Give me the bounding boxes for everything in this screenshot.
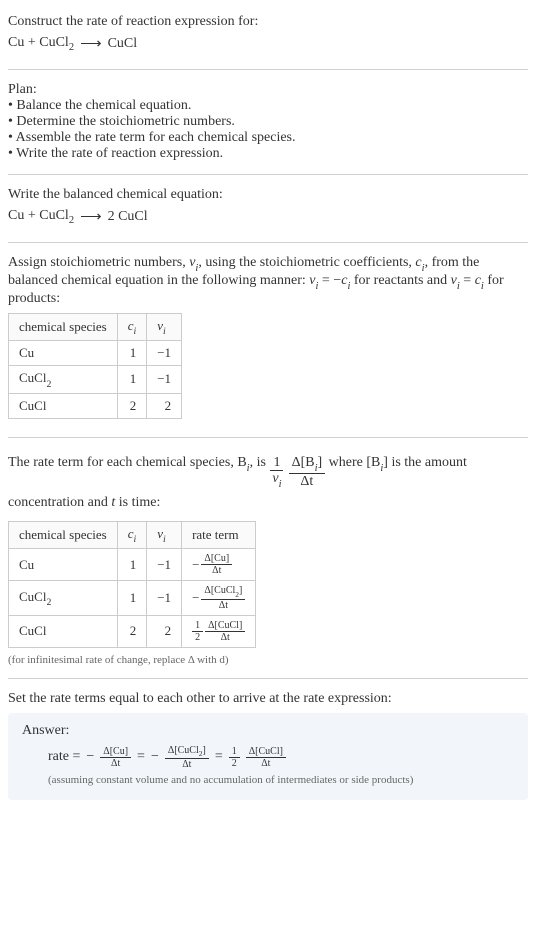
cell-ci: 1 [117,581,147,615]
table-row: Cu 1 −1 [9,341,182,366]
cell-nui: −1 [147,581,182,615]
cell-species: Cu [9,549,118,581]
fraction: Δ[CuCl2] Δt [201,585,245,610]
cell-ci: 1 [117,549,147,581]
table-row: CuCl 2 2 1 2 Δ[CuCl] Δt [9,615,256,647]
rate-section: The rate term for each chemical species,… [8,444,528,672]
cell-ci: 1 [117,366,147,394]
eq-rhs: CuCl [108,36,138,52]
cell-ci: 2 [117,393,147,418]
table-row: CuCl2 1 −1 − Δ[CuCl2] Δt [9,581,256,615]
intro-section: Construct the rate of reaction expressio… [8,8,528,63]
table-header-row: chemical species ci νi [9,313,182,341]
col-nui: νi [147,521,182,549]
col-species: chemical species [9,313,118,341]
fraction: 1 νi [269,455,284,490]
plan-bullet-1: • Balance the chemical equation. [8,98,528,114]
unbalanced-equation: Cu + CuCl2 ⟶ CuCl [8,34,528,53]
eq-lhs: Cu + CuCl2 [8,208,74,226]
answer-note: (assuming constant volume and no accumul… [48,774,514,786]
intro-prompt: Construct the rate of reaction expressio… [8,14,528,30]
fraction: Δ[Bi] Δt [289,455,326,490]
cell-nui: 2 [147,393,182,418]
col-ci: ci [117,313,147,341]
cell-nui: 2 [147,615,182,647]
plan-bullet-4: • Write the rate of reaction expression. [8,146,528,162]
divider [8,437,528,438]
final-section: Set the rate terms equal to each other t… [8,685,528,806]
col-rate: rate term [182,521,256,549]
eq-lhs: Cu + CuCl2 [8,35,74,53]
table-row: Cu 1 −1 − Δ[Cu] Δt [9,549,256,581]
cell-species: CuCl [9,393,118,418]
table-row: CuCl 2 2 [9,393,182,418]
rate-text: The rate term for each chemical species,… [8,450,528,515]
col-ci: ci [117,521,147,549]
stoich-table: chemical species ci νi Cu 1 −1 CuCl2 1 −… [8,313,182,419]
cell-species: CuCl2 [9,366,118,394]
stoich-text: Assign stoichiometric numbers, νi, using… [8,255,528,307]
cell-ci: 2 [117,615,147,647]
answer-box: Answer: rate = − Δ[Cu] Δt = − Δ[CuCl2] Δ… [8,713,528,800]
fraction-half: 1 2 [192,620,203,643]
final-text: Set the rate terms equal to each other t… [8,691,528,707]
divider [8,678,528,679]
plan-section: Plan: • Balance the chemical equation. •… [8,76,528,168]
divider [8,174,528,175]
infinitesimal-note: (for infinitesimal rate of change, repla… [8,654,528,666]
balanced-heading: Write the balanced chemical equation: [8,187,528,203]
answer-equation: rate = − Δ[Cu] Δt = − Δ[CuCl2] Δt = 1 2 … [48,745,514,770]
rate-table: chemical species ci νi rate term Cu 1 −1… [8,521,256,648]
balanced-section: Write the balanced chemical equation: Cu… [8,181,528,236]
cell-ci: 1 [117,341,147,366]
cell-species: CuCl [9,615,118,647]
arrow-icon: ⟶ [80,207,102,226]
cell-nui: −1 [147,366,182,394]
plan-heading: Plan: [8,82,528,98]
fraction: Δ[CuCl] Δt [205,620,245,643]
cell-nui: −1 [147,341,182,366]
divider [8,69,528,70]
fraction: Δ[CuCl2] Δt [165,745,209,770]
plan-bullet-3: • Assemble the rate term for each chemic… [8,130,528,146]
fraction-half: 1 2 [229,746,240,769]
cell-nui: −1 [147,549,182,581]
col-nui: νi [147,313,182,341]
cell-species: CuCl2 [9,581,118,615]
cell-species: Cu [9,341,118,366]
eq-rhs: 2 CuCl [108,209,148,225]
col-species: chemical species [9,521,118,549]
stoich-section: Assign stoichiometric numbers, νi, using… [8,249,528,431]
fraction: Δ[Cu] Δt [100,746,131,769]
balanced-equation: Cu + CuCl2 ⟶ 2 CuCl [8,207,528,226]
cell-rate: 1 2 Δ[CuCl] Δt [182,615,256,647]
cell-rate: − Δ[Cu] Δt [182,549,256,581]
table-header-row: chemical species ci νi rate term [9,521,256,549]
answer-label: Answer: [22,723,514,739]
table-row: CuCl2 1 −1 [9,366,182,394]
divider [8,242,528,243]
arrow-icon: ⟶ [80,34,102,53]
fraction: Δ[CuCl] Δt [246,746,286,769]
fraction: Δ[Cu] Δt [201,553,232,576]
plan-bullet-2: • Determine the stoichiometric numbers. [8,114,528,130]
cell-rate: − Δ[CuCl2] Δt [182,581,256,615]
